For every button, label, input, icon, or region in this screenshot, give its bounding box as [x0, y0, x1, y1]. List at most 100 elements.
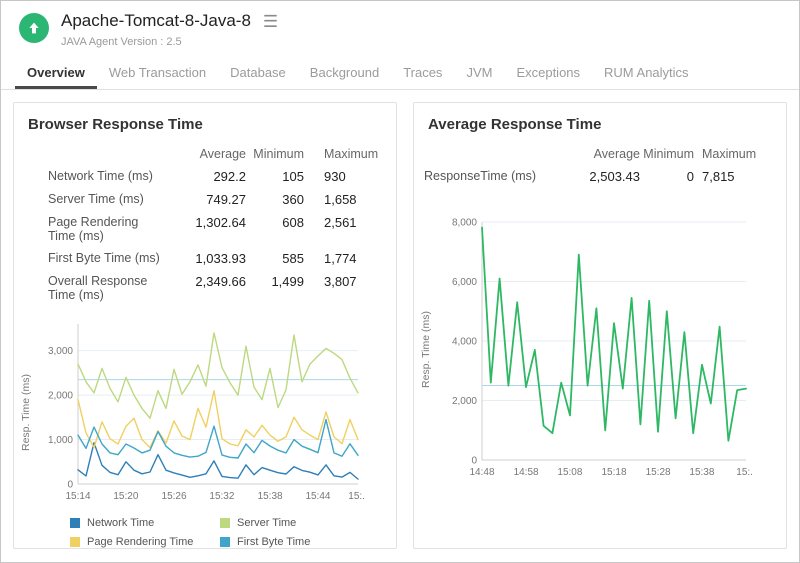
legend-swatch: [70, 537, 80, 547]
legend-label: First Byte Time: [237, 536, 310, 548]
agent-version-label: JAVA Agent Version : 2.5: [61, 36, 278, 48]
legend-swatch: [220, 537, 230, 547]
svg-text:15:28: 15:28: [646, 467, 671, 478]
legend-item-first-byte-time: First Byte Time: [220, 536, 396, 548]
metric-row: ResponseTime (ms) 2,503.43 0 7,815: [424, 165, 758, 188]
chart-legend: Network Time Server Time Page Rendering …: [70, 517, 396, 548]
app-header: Apache-Tomcat-8-Java-8 ☰ JAVA Agent Vers…: [1, 1, 799, 57]
column-average: Average: [166, 143, 246, 165]
svg-text:6,000: 6,000: [452, 277, 477, 288]
column-minimum: Minimum: [246, 143, 304, 165]
metric-minimum: 360: [246, 188, 304, 211]
metric-label: Server Time (ms): [48, 188, 166, 211]
tab-rum-analytics[interactable]: RUM Analytics: [592, 57, 701, 89]
tab-traces[interactable]: Traces: [391, 57, 454, 89]
svg-text:8,000: 8,000: [452, 218, 477, 229]
average-response-chart-wrap: Resp. Time (ms) 02,0004,0006,0008,00014:…: [414, 214, 786, 485]
svg-text:15:38: 15:38: [258, 491, 283, 502]
svg-text:15:26: 15:26: [162, 491, 187, 502]
browser-metrics-table: Average Minimum Maximum Network Time (ms…: [48, 143, 394, 306]
metric-minimum: 0: [640, 165, 694, 188]
svg-text:15:18: 15:18: [601, 467, 626, 478]
legend-item-network-time: Network Time: [70, 517, 220, 529]
legend-label: Page Rendering Time: [87, 536, 193, 548]
legend-label: Server Time: [237, 517, 296, 529]
metric-maximum: 1,658: [304, 188, 394, 211]
metric-maximum: 1,774: [304, 247, 394, 270]
y-axis-label: Resp. Time (ms): [20, 316, 34, 509]
legend-swatch: [70, 518, 80, 528]
svg-text:15:32: 15:32: [209, 491, 234, 502]
metric-row: Page Rendering Time (ms) 1,302.64 608 2,…: [48, 211, 394, 247]
metric-maximum: 2,561: [304, 211, 394, 247]
svg-text:3,000: 3,000: [48, 346, 73, 357]
metric-row: Server Time (ms) 749.27 360 1,658: [48, 188, 394, 211]
browser-response-chart-wrap: Resp. Time (ms) 0 1,000 2,000 3,000 15:14 15:…: [14, 316, 396, 509]
legend-label: Network Time: [87, 517, 154, 529]
tab-background[interactable]: Background: [298, 57, 391, 89]
metric-average: 2,503.43: [558, 165, 640, 188]
tab-exceptions[interactable]: Exceptions: [504, 57, 592, 89]
column-maximum: Maximum: [694, 143, 758, 165]
monitor-status-icon: [19, 13, 49, 43]
y-axis-label: Resp. Time (ms): [420, 214, 434, 485]
svg-text:15:44: 15:44: [305, 491, 330, 502]
legend-item-page-rendering-time: Page Rendering Time: [70, 536, 220, 548]
tab-jvm[interactable]: JVM: [454, 57, 504, 89]
metric-row: Network Time (ms) 292.2 105 930: [48, 165, 394, 188]
page-title: Apache-Tomcat-8-Java-8: [61, 11, 251, 31]
svg-text:1,000: 1,000: [48, 435, 73, 446]
svg-text:2,000: 2,000: [452, 396, 477, 407]
metric-minimum: 608: [246, 211, 304, 247]
legend-item-server-time: Server Time: [220, 517, 396, 529]
column-maximum: Maximum: [304, 143, 394, 165]
svg-text:15:14: 15:14: [65, 491, 90, 502]
average-response-time-panel: Average Response Time Average Minimum Ma…: [413, 102, 787, 549]
metric-average: 749.27: [166, 188, 246, 211]
table-header-row: Average Minimum Maximum: [48, 143, 394, 165]
column-average: Average: [558, 143, 640, 165]
metric-label: First Byte Time (ms): [48, 247, 166, 270]
menu-icon[interactable]: ☰: [263, 13, 278, 30]
panel-title: Average Response Time: [414, 103, 786, 137]
metric-minimum: 105: [246, 165, 304, 188]
svg-text:0: 0: [471, 456, 477, 467]
legend-swatch: [220, 518, 230, 528]
browser-response-chart: 0 1,000 2,000 3,000 15:14 15:20 15:26 15:32 15:3…: [34, 316, 396, 509]
metric-maximum: 930: [304, 165, 394, 188]
svg-text:15:..: 15:..: [348, 491, 364, 502]
metric-average: 2,349.66: [166, 270, 246, 306]
metric-maximum: 3,807: [304, 270, 394, 306]
svg-text:15:38: 15:38: [689, 467, 714, 478]
svg-text:0: 0: [67, 480, 73, 491]
tab-web-transaction[interactable]: Web Transaction: [97, 57, 218, 89]
average-response-chart: 02,0004,0006,0008,00014:4814:5815:0815:1…: [434, 214, 786, 485]
metric-average: 1,033.93: [166, 247, 246, 270]
tabbar: Overview Web Transaction Database Backgr…: [1, 57, 799, 90]
metric-row: First Byte Time (ms) 1,033.93 585 1,774: [48, 247, 394, 270]
metric-minimum: 585: [246, 247, 304, 270]
content-area: Browser Response Time Average Minimum Ma…: [1, 90, 799, 561]
tab-database[interactable]: Database: [218, 57, 298, 89]
arrow-up-icon: [26, 20, 42, 36]
metric-average: 1,302.64: [166, 211, 246, 247]
svg-text:14:48: 14:48: [469, 467, 494, 478]
tab-overview[interactable]: Overview: [15, 57, 97, 89]
svg-text:2,000: 2,000: [48, 391, 73, 402]
panel-title: Browser Response Time: [14, 103, 396, 137]
svg-text:14:58: 14:58: [514, 467, 539, 478]
svg-text:15:..: 15:..: [736, 467, 752, 478]
svg-text:15:20: 15:20: [113, 491, 138, 502]
metric-label: Network Time (ms): [48, 165, 166, 188]
svg-text:15:08: 15:08: [557, 467, 582, 478]
table-header-row: Average Minimum Maximum: [424, 143, 758, 165]
metric-maximum: 7,815: [694, 165, 758, 188]
metric-average: 292.2: [166, 165, 246, 188]
average-metrics-table: Average Minimum Maximum ResponseTime (ms…: [424, 143, 758, 188]
metric-label: Page Rendering Time (ms): [48, 211, 166, 247]
metric-label: Overall Response Time (ms): [48, 270, 166, 306]
metric-label: ResponseTime (ms): [424, 165, 558, 188]
browser-response-time-panel: Browser Response Time Average Minimum Ma…: [13, 102, 397, 549]
metric-minimum: 1,499: [246, 270, 304, 306]
column-minimum: Minimum: [640, 143, 694, 165]
